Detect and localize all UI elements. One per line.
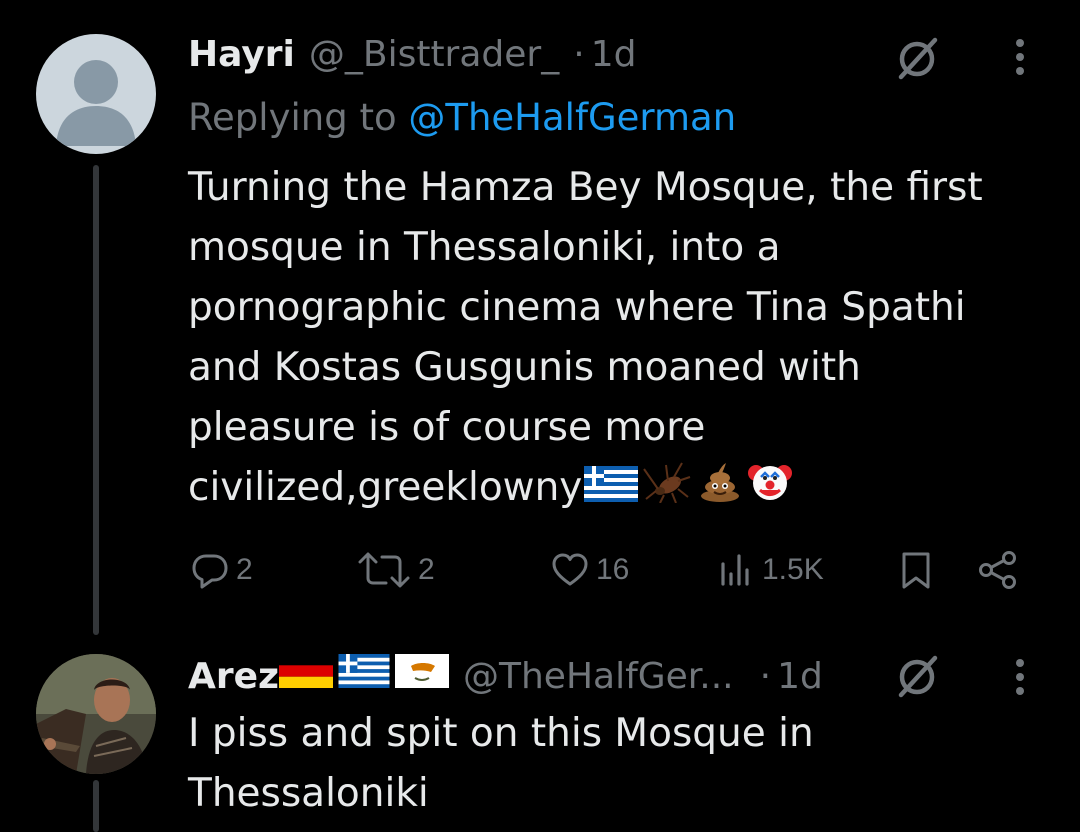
avatar-arez[interactable] xyxy=(36,654,156,774)
separator-dot: · xyxy=(759,656,772,697)
views-icon xyxy=(721,554,749,586)
text-line: I piss and spit on this Mosque in xyxy=(188,711,814,756)
text-line: Turning the Hamza Bey Mosque, the first xyxy=(188,165,983,210)
thread-line-bottom xyxy=(93,780,99,832)
reply-count: 2 xyxy=(236,553,253,586)
views-button[interactable]: 1.5K xyxy=(716,548,824,592)
germany-flag-icon xyxy=(278,654,333,692)
view-count: 1.5K xyxy=(762,553,824,586)
like-count: 16 xyxy=(596,553,630,586)
replying-to-line: Replying to @TheHalfGerman xyxy=(188,96,736,139)
display-name[interactable]: Hayri xyxy=(188,34,295,75)
bookmark-button[interactable] xyxy=(896,548,936,592)
grok-button[interactable] xyxy=(890,648,946,704)
repost-icon xyxy=(358,552,410,588)
like-button[interactable]: 16 xyxy=(550,548,629,592)
cyprus-flag-icon xyxy=(394,654,449,692)
grok-icon xyxy=(898,37,938,80)
tweet1-header: Hayri @_Bisttrader_ · 1d xyxy=(188,34,636,75)
repost-count: 2 xyxy=(418,553,435,586)
share-button[interactable] xyxy=(976,548,1020,592)
more-options-button[interactable] xyxy=(998,652,1042,702)
tweet1-text: Turning the Hamza Bey Mosque, the first … xyxy=(188,158,983,521)
share-icon xyxy=(979,551,1016,589)
user-handle[interactable]: @TheHalfGer... xyxy=(463,656,734,697)
pile-of-poo-icon xyxy=(698,459,742,521)
profile-photo-icon xyxy=(36,654,156,774)
text-line: pleasure is of course more xyxy=(188,405,706,450)
more-icon xyxy=(1016,659,1024,695)
reply-button[interactable]: 2 xyxy=(190,548,253,592)
text-line: and Kostas Gusgunis moaned with xyxy=(188,345,861,390)
timestamp[interactable]: 1d xyxy=(591,34,637,75)
more-options-button[interactable] xyxy=(998,32,1042,82)
text-line: pornographic cinema where Tina Spathi xyxy=(188,285,966,330)
like-icon xyxy=(552,553,588,586)
grok-icon xyxy=(898,655,938,698)
text-line: Thessaloniki xyxy=(188,771,429,816)
timestamp[interactable]: 1d xyxy=(777,656,823,697)
default-profile-icon xyxy=(56,60,136,146)
clown-face-icon xyxy=(748,459,793,521)
text-line-last: civilized,greeklowny xyxy=(188,458,983,521)
grok-button[interactable] xyxy=(890,30,946,86)
reply-icon xyxy=(192,554,228,589)
more-icon xyxy=(1016,39,1024,75)
replying-to-label: Replying to xyxy=(188,96,409,139)
cockroach-icon xyxy=(642,459,694,521)
repost-button[interactable]: 2 xyxy=(356,548,435,592)
replying-to-handle[interactable]: @TheHalfGerman xyxy=(408,96,736,139)
bookmark-icon xyxy=(902,552,930,589)
greece-flag-icon xyxy=(337,654,391,692)
user-handle[interactable]: @_Bisttrader_ xyxy=(309,34,559,75)
text-line: civilized,greeklowny xyxy=(188,465,583,510)
display-name[interactable]: Arez xyxy=(188,656,279,697)
thread-line-top xyxy=(93,165,99,635)
tweet2-text: I piss and spit on this Mosque in Thessa… xyxy=(188,704,814,824)
avatar-default[interactable] xyxy=(36,34,156,154)
greece-flag-icon xyxy=(584,460,639,520)
text-line: mosque in Thessaloniki, into a xyxy=(188,225,781,270)
tweet2-header: Arez @TheHalfGer... · 1d xyxy=(188,654,823,697)
separator-dot: · xyxy=(573,34,585,75)
